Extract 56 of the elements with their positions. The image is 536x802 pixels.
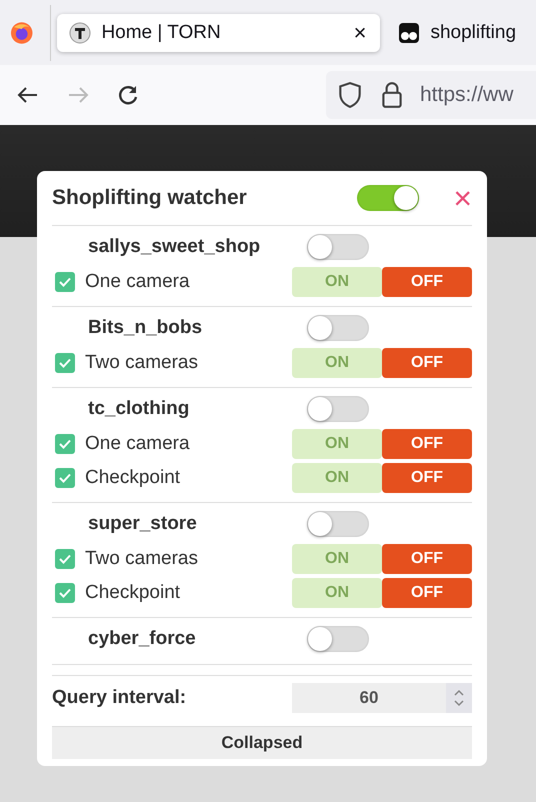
toggle-switch[interactable] bbox=[307, 511, 369, 537]
option-label: One camera bbox=[85, 271, 191, 293]
option-label: Checkpoint bbox=[85, 582, 182, 604]
option-label: Two cameras bbox=[85, 352, 199, 374]
favicon-icon bbox=[398, 22, 420, 44]
shop-name: super_store bbox=[87, 513, 198, 535]
toggle-option[interactable]: OFF bbox=[382, 463, 472, 493]
toggle-switch[interactable] bbox=[307, 234, 369, 260]
address-bar[interactable]: https://ww bbox=[326, 71, 536, 119]
checkmark-icon bbox=[58, 275, 72, 289]
toggle-option[interactable]: ON bbox=[292, 544, 382, 574]
url-text: https://ww bbox=[420, 83, 514, 107]
toggle-option[interactable]: OFF bbox=[382, 429, 472, 459]
favicon-icon bbox=[69, 22, 92, 44]
toggle-option[interactable]: ON bbox=[292, 267, 382, 297]
panel-title: Shoplifting watcher bbox=[52, 186, 248, 210]
close-button[interactable]: × bbox=[453, 182, 472, 214]
checkmark-icon bbox=[58, 437, 72, 451]
browser-logo-icon[interactable] bbox=[10, 20, 34, 44]
checkmark-icon bbox=[58, 471, 72, 485]
toggle-switch[interactable] bbox=[307, 396, 369, 422]
checkbox[interactable] bbox=[55, 583, 75, 603]
toggle-switch[interactable] bbox=[357, 185, 420, 211]
browser-tab[interactable]: shoplifting bbox=[386, 14, 530, 52]
browser-tab[interactable]: Home | TORN × bbox=[57, 14, 380, 52]
shop-name: tc_clothing bbox=[87, 398, 190, 420]
shop-name: cyber_force bbox=[87, 628, 197, 650]
option-label: Checkpoint bbox=[85, 467, 182, 489]
query-label: Query interval: bbox=[52, 687, 188, 709]
option-label: Two cameras bbox=[85, 548, 199, 570]
checkbox[interactable] bbox=[55, 434, 75, 454]
toggle-option[interactable]: ON bbox=[292, 463, 382, 493]
shield-icon[interactable] bbox=[336, 81, 364, 109]
checkbox[interactable] bbox=[55, 272, 75, 292]
collapse-button[interactable]: Collapsed bbox=[52, 726, 472, 759]
number-field[interactable]: 60 bbox=[292, 683, 472, 713]
toggle-switch[interactable] bbox=[307, 315, 369, 341]
toggle-option[interactable]: OFF bbox=[382, 578, 472, 608]
checkmark-icon bbox=[58, 356, 72, 370]
checkmark-icon bbox=[58, 552, 72, 566]
checkbox[interactable] bbox=[55, 549, 75, 569]
toggle-switch[interactable] bbox=[307, 626, 369, 652]
close-icon[interactable]: × bbox=[354, 22, 366, 44]
shop-name: Bits_n_bobs bbox=[87, 317, 204, 339]
shop-name: sallys_sweet_shop bbox=[87, 236, 262, 258]
checkmark-icon bbox=[58, 586, 72, 600]
toggle-option[interactable]: OFF bbox=[382, 267, 472, 297]
toggle-option[interactable]: ON bbox=[292, 348, 382, 378]
toggle-option[interactable]: ON bbox=[292, 578, 382, 608]
toggle-option[interactable]: OFF bbox=[382, 348, 472, 378]
toggle-option[interactable]: OFF bbox=[382, 544, 472, 574]
spinner-icon[interactable] bbox=[446, 683, 472, 713]
toggle-option[interactable]: ON bbox=[292, 429, 382, 459]
option-label: One camera bbox=[85, 433, 191, 455]
checkbox[interactable] bbox=[55, 468, 75, 488]
checkbox[interactable] bbox=[55, 353, 75, 373]
